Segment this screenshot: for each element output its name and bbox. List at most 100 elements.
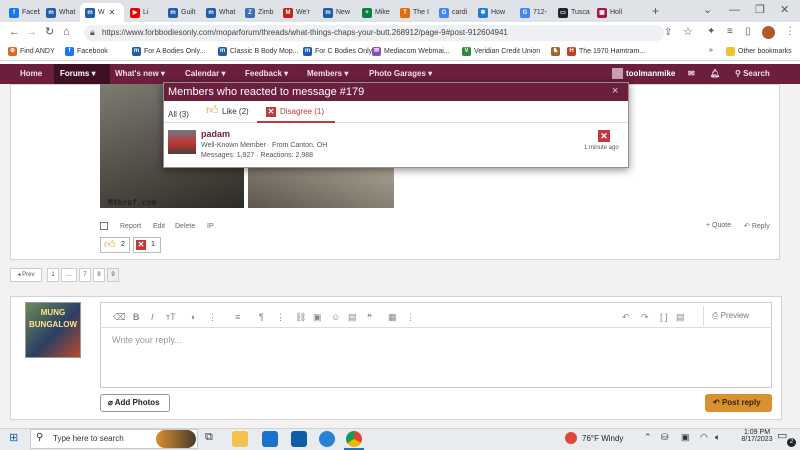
undo-icon[interactable]: ↶ xyxy=(622,312,630,323)
nav-whats-new[interactable]: What's new ▾ xyxy=(115,69,165,78)
new-tab-button[interactable]: + xyxy=(652,5,659,17)
tab-0[interactable]: f Faceb xyxy=(4,3,40,22)
edit-link[interactable]: Edit xyxy=(153,223,165,230)
modal-close-icon[interactable]: × xyxy=(612,85,618,97)
report-link[interactable]: Report xyxy=(120,223,141,230)
close-window-button[interactable]: ✕ xyxy=(780,5,789,16)
share-icon[interactable]: ⇪ xyxy=(664,28,672,38)
search-highlight-image[interactable] xyxy=(156,430,196,448)
table-icon[interactable]: ▦ xyxy=(388,312,397,323)
bold-icon[interactable]: B xyxy=(133,312,140,322)
clock[interactable]: 1:09 PM 8/17/2023 xyxy=(738,429,776,443)
weather-text[interactable]: 76°F Windy xyxy=(582,434,623,443)
tab-6[interactable]: Z Zimb xyxy=(240,3,277,22)
weather-alert-icon[interactable] xyxy=(565,432,577,444)
bookmark-0[interactable]: ⊕ Find ANDY xyxy=(8,47,55,56)
more-text-icon[interactable]: ⋮ xyxy=(208,312,217,323)
reply-button[interactable]: ↶ Reply xyxy=(744,222,770,230)
inbox-icon[interactable]: ✉ xyxy=(688,69,695,78)
member-avatar[interactable] xyxy=(168,130,196,154)
lock-icon[interactable]: 🔒︎ xyxy=(90,28,95,37)
reading-list-icon[interactable]: ≡ xyxy=(727,27,733,37)
tab-close-icon[interactable]: ✕ xyxy=(109,8,116,17)
tab-search-icon[interactable]: ⌄ xyxy=(703,5,712,16)
bookmark-6[interactable]: V Veridian Credit Union xyxy=(462,47,540,56)
tab-1[interactable]: m What xyxy=(41,3,79,22)
tab-13[interactable]: G 712- xyxy=(515,3,552,22)
mail-icon[interactable] xyxy=(262,431,278,447)
tab-2[interactable]: m W ✕ xyxy=(80,3,124,22)
align-icon[interactable]: ≡ xyxy=(235,312,240,322)
bookmark-5[interactable]: ✉ Mediacom Webmai... xyxy=(372,47,450,56)
post-reply-button[interactable]: ↶ Post reply xyxy=(705,394,772,412)
nav-forums[interactable]: Forums ▾ xyxy=(60,69,96,78)
prev-page-button[interactable]: ◂ Prev xyxy=(10,268,42,282)
nav-members[interactable]: Members ▾ xyxy=(307,69,348,78)
task-view-icon[interactable]: ⧉ xyxy=(205,432,213,443)
tab-4[interactable]: m Guilt xyxy=(163,3,200,22)
tab-8[interactable]: m New xyxy=(318,3,356,22)
image-icon[interactable]: ▣ xyxy=(313,312,322,323)
nav-search[interactable]: ⚲ Search xyxy=(735,69,770,78)
browser-menu-icon[interactable]: ⋮ xyxy=(785,27,795,37)
select-post-checkbox[interactable] xyxy=(100,222,108,230)
side-panel-icon[interactable]: ▯ xyxy=(745,27,751,37)
user-avatar[interactable] xyxy=(612,68,623,79)
start-windows-icon[interactable]: ⊞ xyxy=(9,433,18,444)
italic-icon[interactable]: I xyxy=(151,312,154,322)
more-insert-icon[interactable]: ⋮ xyxy=(406,312,415,323)
tab-15[interactable]: ▣ Holl xyxy=(592,3,632,22)
nav-photo-garages[interactable]: Photo Garages ▾ xyxy=(369,69,432,78)
drafts-icon[interactable]: ▤ xyxy=(676,312,685,323)
forward-arrow-icon[interactable]: → xyxy=(26,27,37,38)
tray-meet-icon[interactable]: ▣ xyxy=(681,432,690,443)
preview-button[interactable]: ⎙ Preview xyxy=(703,306,771,326)
tab-10[interactable]: T The I xyxy=(395,3,433,22)
more-para-icon[interactable]: ⋮ xyxy=(276,312,285,323)
font-size-icon[interactable]: ᴛT xyxy=(166,312,176,322)
tab-9[interactable]: + Mike xyxy=(357,3,394,22)
reload-icon[interactable]: ↻ xyxy=(45,27,54,38)
bookmark-7[interactable]: ♞ xyxy=(551,47,563,56)
store-icon[interactable] xyxy=(291,431,307,447)
alerts-icon[interactable]: 🔔︎ xyxy=(710,69,720,78)
toggle-bbcode-icon[interactable]: [ ] xyxy=(660,312,668,322)
wifi-icon[interactable]: ◠ xyxy=(700,432,708,443)
clear-format-icon[interactable]: ⌫ xyxy=(113,312,126,323)
nav-calendar[interactable]: Calendar ▾ xyxy=(185,69,225,78)
tab-all[interactable]: All (3) xyxy=(168,110,189,119)
page-8[interactable]: 8 xyxy=(93,268,105,282)
url-field[interactable]: https://www.forbbodiesonly.com/moparforu… xyxy=(84,25,664,41)
tab-14[interactable]: ▭ Tusca xyxy=(553,3,591,22)
tab-5[interactable]: m What xyxy=(201,3,239,22)
redo-icon[interactable]: ↷ xyxy=(641,312,649,323)
paragraph-icon[interactable]: ¶ xyxy=(259,312,264,322)
quote-button[interactable]: + Quote xyxy=(706,222,731,229)
tab-11[interactable]: Gcardi xyxy=(434,3,472,22)
tab-3[interactable]: ▶ Li xyxy=(125,3,162,22)
color-icon[interactable]: ◐ xyxy=(191,312,196,322)
bookmark-3[interactable]: m Classic B Body Mop... xyxy=(218,47,298,56)
maximize-button[interactable]: ❐ xyxy=(755,5,765,16)
quote-icon[interactable]: ❝ xyxy=(367,312,372,323)
bookmark-4[interactable]: m For C Bodies Only xyxy=(303,47,372,56)
tab-like[interactable]: Like (2) xyxy=(222,107,249,116)
page-1[interactable]: 1 xyxy=(47,268,59,282)
member-name[interactable]: padam xyxy=(201,129,230,139)
notifications-icon[interactable]: ▭ xyxy=(777,431,787,442)
page-9[interactable]: 9 xyxy=(107,268,119,282)
edge-icon[interactable] xyxy=(319,431,335,447)
volume-icon[interactable]: 🔈︎ xyxy=(715,432,720,443)
chrome-icon[interactable] xyxy=(346,431,362,447)
bookmark-2[interactable]: m For A Bodies Only... xyxy=(132,47,205,56)
home-icon[interactable]: ⌂ xyxy=(63,27,70,38)
tab-7[interactable]: M We'r xyxy=(278,3,317,22)
other-bookmarks[interactable]: Other bookmarks xyxy=(726,47,792,56)
nav-username[interactable]: toolmanmike xyxy=(626,69,675,78)
tab-12[interactable]: ✱ How xyxy=(473,3,514,22)
profile-avatar[interactable] xyxy=(762,26,775,39)
file-explorer-icon[interactable] xyxy=(232,431,248,447)
page-7[interactable]: 7 xyxy=(79,268,91,282)
tray-drive-icon[interactable]: ⛁ xyxy=(661,432,669,443)
bookmark-1[interactable]: f Facebook xyxy=(65,47,108,56)
